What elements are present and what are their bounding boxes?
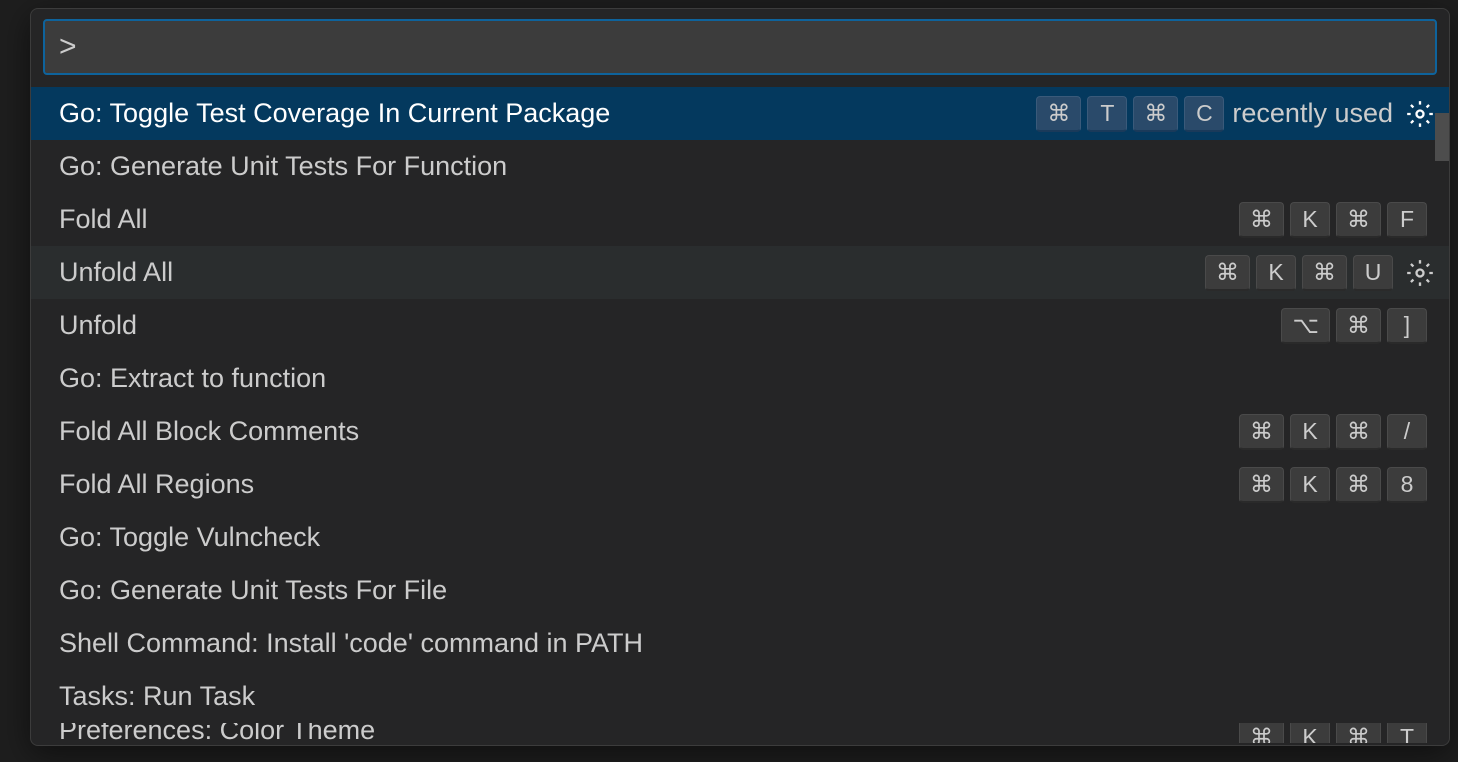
command-item[interactable]: Tasks: Run Task	[31, 670, 1449, 723]
command-label: Shell Command: Install 'code' command in…	[59, 628, 1435, 659]
keybinding: ⌘K⌘F	[1239, 202, 1427, 238]
gear-icon[interactable]	[1405, 99, 1435, 129]
keycap: U	[1353, 255, 1393, 291]
keycap: ⌥	[1281, 308, 1330, 344]
command-item[interactable]: Fold All ⌘K⌘F	[31, 193, 1449, 246]
command-label: Go: Toggle Test Coverage In Current Pack…	[59, 98, 1036, 129]
command-item[interactable]: Go: Toggle Vulncheck	[31, 511, 1449, 564]
keycap: ⌘	[1036, 96, 1081, 132]
keycap: K	[1256, 255, 1296, 291]
keycap: ⌘	[1239, 414, 1284, 450]
keybinding: ⌘ K ⌘ T	[1239, 723, 1427, 743]
command-label: Fold All Regions	[59, 469, 1239, 500]
keycap: ⌘	[1239, 202, 1284, 238]
keybinding: ⌘T⌘C	[1036, 96, 1224, 132]
command-item[interactable]: Preferences: Color Theme ⌘ K ⌘ T	[31, 723, 1449, 743]
keycap: K	[1290, 723, 1330, 743]
keycap: ⌘	[1133, 96, 1178, 132]
command-label: Go: Generate Unit Tests For File	[59, 575, 1435, 606]
command-input[interactable]	[43, 19, 1437, 75]
keycap: ⌘	[1336, 308, 1381, 344]
keybinding: ⌘K⌘/	[1239, 414, 1427, 450]
gear-icon[interactable]	[1405, 258, 1435, 288]
command-item[interactable]: Go: Extract to function	[31, 352, 1449, 405]
keycap: 8	[1387, 467, 1427, 503]
input-container	[31, 19, 1449, 87]
keycap: ⌘	[1239, 467, 1284, 503]
command-palette: Go: Toggle Test Coverage In Current Pack…	[30, 8, 1450, 746]
keycap: ]	[1387, 308, 1427, 344]
command-item[interactable]: Fold All Regions ⌘K⌘8	[31, 458, 1449, 511]
command-label: Go: Toggle Vulncheck	[59, 522, 1435, 553]
command-label: Unfold	[59, 310, 1281, 341]
keycap: F	[1387, 202, 1427, 238]
command-label: Tasks: Run Task	[59, 681, 1435, 712]
command-label: Go: Extract to function	[59, 363, 1435, 394]
results-list: Go: Toggle Test Coverage In Current Pack…	[31, 87, 1449, 745]
command-item[interactable]: Go: Generate Unit Tests For Function	[31, 140, 1449, 193]
command-label: Fold All Block Comments	[59, 416, 1239, 447]
command-item[interactable]: Unfold ⌥⌘]	[31, 299, 1449, 352]
keycap: K	[1290, 467, 1330, 503]
keycap: ⌘	[1239, 723, 1284, 743]
keycap: K	[1290, 202, 1330, 238]
keycap: ⌘	[1302, 255, 1347, 291]
command-label: Unfold All	[59, 257, 1205, 288]
keycap: /	[1387, 414, 1427, 450]
command-item[interactable]: Unfold All ⌘K⌘U	[31, 246, 1449, 299]
keybinding: ⌘K⌘U	[1205, 255, 1393, 291]
keycap: T	[1087, 96, 1127, 132]
command-item[interactable]: Fold All Block Comments ⌘K⌘/	[31, 405, 1449, 458]
scrollbar-thumb[interactable]	[1435, 113, 1449, 161]
command-item[interactable]: Shell Command: Install 'code' command in…	[31, 617, 1449, 670]
command-label: Preferences: Color Theme	[59, 723, 1239, 743]
keycap: ⌘	[1336, 467, 1381, 503]
keybinding: ⌘K⌘8	[1239, 467, 1427, 503]
keycap: C	[1184, 96, 1224, 132]
keycap: T	[1387, 723, 1427, 743]
keycap: ⌘	[1205, 255, 1250, 291]
keybinding: ⌥⌘]	[1281, 308, 1427, 344]
keycap: ⌘	[1336, 202, 1381, 238]
keycap: ⌘	[1336, 723, 1381, 743]
keycap: ⌘	[1336, 414, 1381, 450]
command-label: Fold All	[59, 204, 1239, 235]
section-label: recently used	[1232, 98, 1393, 129]
command-item[interactable]: Go: Toggle Test Coverage In Current Pack…	[31, 87, 1449, 140]
command-label: Go: Generate Unit Tests For Function	[59, 151, 1435, 182]
keycap: K	[1290, 414, 1330, 450]
command-item[interactable]: Go: Generate Unit Tests For File	[31, 564, 1449, 617]
